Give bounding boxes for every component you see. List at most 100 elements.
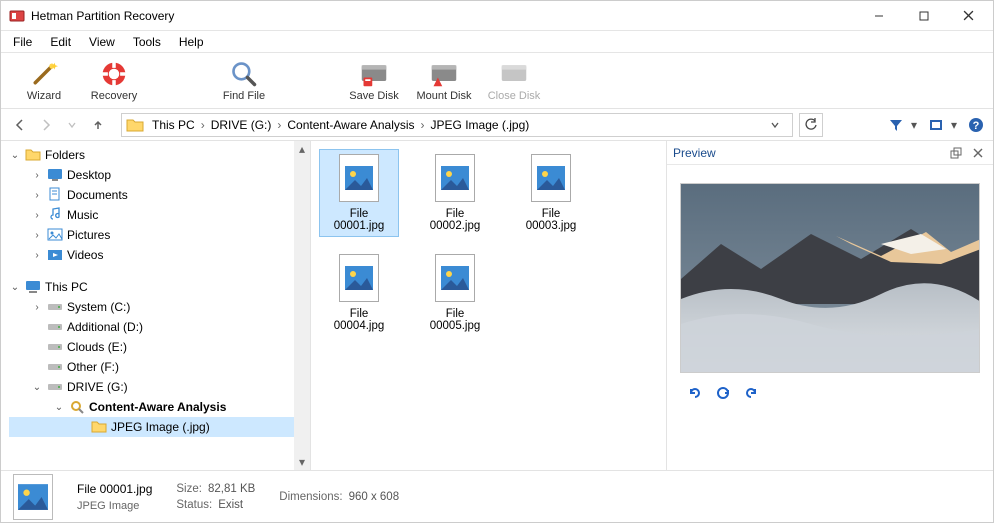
expand-icon[interactable]: › <box>31 190 43 201</box>
view-dropdown[interactable]: ▾ <box>951 118 961 132</box>
file-list: File 00001.jpg File 00002.jpg File 00003… <box>311 141 666 470</box>
folder-icon <box>126 117 144 133</box>
folder-icon <box>91 419 107 435</box>
address-dropdown[interactable] <box>770 120 788 130</box>
filter-button[interactable] <box>887 116 905 134</box>
main-body: ⌄ Folders ›Desktop ›Documents ›Music ›Pi… <box>1 141 993 470</box>
tree-drive-f[interactable]: Other (F:) <box>9 357 310 377</box>
folder-icon <box>25 147 41 163</box>
lifebuoy-icon <box>100 60 128 88</box>
rotate-left-button[interactable] <box>687 385 703 401</box>
svg-text:?: ? <box>973 120 980 132</box>
status-status-label: Status: <box>176 499 212 511</box>
app-icon <box>9 8 25 24</box>
menu-tools[interactable]: Tools <box>125 33 169 51</box>
tree-drive-d[interactable]: Additional (D:) <box>9 317 310 337</box>
chevron-right-icon: › <box>419 118 427 132</box>
tree-drive-e[interactable]: Clouds (E:) <box>9 337 310 357</box>
tree-desktop[interactable]: ›Desktop <box>9 165 310 185</box>
preview-header: Preview <box>667 141 993 165</box>
image-file-icon <box>435 154 475 202</box>
expand-icon[interactable]: › <box>31 230 43 241</box>
tree-music[interactable]: ›Music <box>9 205 310 225</box>
status-size-value: 82,81 KB <box>208 483 255 495</box>
rotate-180-button[interactable] <box>715 385 731 401</box>
refresh-button[interactable] <box>799 113 823 137</box>
mount-disk-icon <box>430 60 458 88</box>
videos-icon <box>47 247 63 263</box>
tree-folders-root[interactable]: ⌄ Folders <box>9 145 310 165</box>
preview-close-button[interactable] <box>969 144 987 162</box>
collapse-icon[interactable]: ⌄ <box>53 402 65 413</box>
drive-icon <box>47 359 63 375</box>
nav-up-button[interactable] <box>87 114 109 136</box>
wizard-button[interactable]: Wizard <box>9 54 79 108</box>
view-button[interactable] <box>927 116 945 134</box>
file-item[interactable]: File 00003.jpg <box>511 149 591 237</box>
address-bar[interactable]: This PC › DRIVE (G:) › Content-Aware Ana… <box>121 113 793 137</box>
file-item[interactable]: File 00005.jpg <box>415 249 495 337</box>
status-status-value: Exist <box>218 499 243 511</box>
collapse-icon[interactable]: ⌄ <box>9 282 21 293</box>
file-item[interactable]: File 00002.jpg <box>415 149 495 237</box>
main-toolbar: Wizard Recovery Find File Save Disk Moun… <box>1 53 993 109</box>
menu-help[interactable]: Help <box>171 33 212 51</box>
scroll-up-icon[interactable]: ▴ <box>294 141 310 157</box>
desktop-icon <box>47 167 63 183</box>
expand-icon[interactable]: › <box>31 170 43 181</box>
crumb-analysis[interactable]: Content-Aware Analysis <box>283 118 418 132</box>
rotate-right-button[interactable] <box>743 385 759 401</box>
collapse-icon[interactable]: ⌄ <box>9 150 21 161</box>
wand-icon <box>30 60 58 88</box>
tree-documents[interactable]: ›Documents <box>9 185 310 205</box>
nav-history-button[interactable] <box>61 114 83 136</box>
nav-back-button[interactable] <box>9 114 31 136</box>
menu-view[interactable]: View <box>81 33 123 51</box>
tree-drive-g[interactable]: ⌄DRIVE (G:) <box>9 377 310 397</box>
close-button[interactable] <box>946 1 991 30</box>
save-disk-button[interactable]: Save Disk <box>339 54 409 108</box>
minimize-button[interactable] <box>856 1 901 30</box>
scroll-down-icon[interactable]: ▾ <box>294 454 310 470</box>
filter-dropdown[interactable]: ▾ <box>911 118 921 132</box>
tree-videos[interactable]: ›Videos <box>9 245 310 265</box>
search-icon <box>230 60 258 88</box>
tree-scrollbar[interactable]: ▴ ▾ <box>294 141 310 470</box>
maximize-button[interactable] <box>901 1 946 30</box>
tree-pictures[interactable]: ›Pictures <box>9 225 310 245</box>
tree-thispc[interactable]: ⌄ This PC <box>9 277 310 297</box>
mount-disk-button[interactable]: Mount Disk <box>409 54 479 108</box>
collapse-icon[interactable]: ⌄ <box>31 382 43 393</box>
crumb-drive[interactable]: DRIVE (G:) <box>207 118 276 132</box>
crumb-thispc[interactable]: This PC <box>148 118 199 132</box>
crumb-jpeg[interactable]: JPEG Image (.jpg) <box>427 118 534 132</box>
expand-icon[interactable]: › <box>31 210 43 221</box>
close-disk-icon <box>500 60 528 88</box>
tree-pane: ⌄ Folders ›Desktop ›Documents ›Music ›Pi… <box>1 141 311 470</box>
chevron-right-icon: › <box>199 118 207 132</box>
help-button[interactable]: ? <box>967 116 985 134</box>
documents-icon <box>47 187 63 203</box>
close-disk-button: Close Disk <box>479 54 549 108</box>
file-item[interactable]: File 00004.jpg <box>319 249 399 337</box>
recovery-button[interactable]: Recovery <box>79 54 149 108</box>
menubar: File Edit View Tools Help <box>1 31 993 53</box>
status-filename: File 00001.jpg <box>77 482 152 496</box>
image-file-icon <box>339 154 379 202</box>
titlebar: Hetman Partition Recovery <box>1 1 993 31</box>
tree-content-aware[interactable]: ⌄Content-Aware Analysis <box>9 397 310 417</box>
image-file-icon <box>339 254 379 302</box>
tree-drive-c[interactable]: ›System (C:) <box>9 297 310 317</box>
find-file-button[interactable]: Find File <box>209 54 279 108</box>
expand-icon[interactable]: › <box>31 250 43 261</box>
preview-popout-button[interactable] <box>947 144 965 162</box>
status-bar: File 00001.jpg JPEG Image Size:82,81 KB … <box>1 470 993 522</box>
menu-file[interactable]: File <box>5 33 40 51</box>
tree-jpeg[interactable]: JPEG Image (.jpg) <box>9 417 310 437</box>
navbar: This PC › DRIVE (G:) › Content-Aware Ana… <box>1 109 993 141</box>
drive-icon <box>47 339 63 355</box>
image-file-icon <box>531 154 571 202</box>
file-item[interactable]: File 00001.jpg <box>319 149 399 237</box>
expand-icon[interactable]: › <box>31 302 43 313</box>
menu-edit[interactable]: Edit <box>42 33 79 51</box>
